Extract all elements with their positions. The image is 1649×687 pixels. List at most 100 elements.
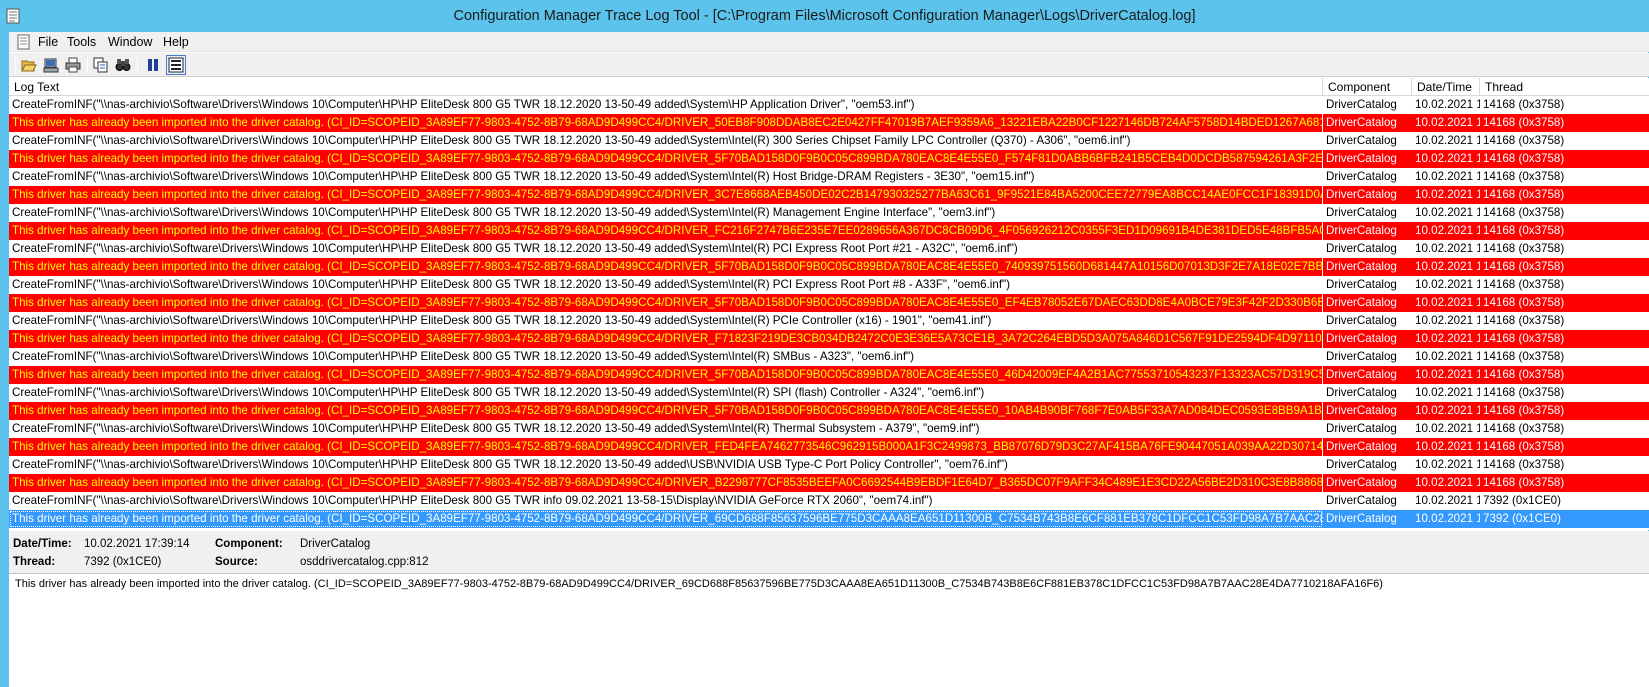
log-text-cell: CreateFromINF("\\nas-archivio\Software\D… bbox=[12, 386, 985, 399]
table-row[interactable]: CreateFromINF("\\nas-archivio\Software\D… bbox=[9, 456, 1649, 474]
component-cell: DriverCatalog bbox=[1323, 510, 1412, 528]
table-row[interactable]: CreateFromINF("\\nas-archivio\Software\D… bbox=[9, 420, 1649, 438]
highlight-button[interactable] bbox=[166, 55, 186, 75]
thread-cell: 14168 (0x3758) bbox=[1480, 438, 1649, 456]
toolbar-separator bbox=[137, 57, 138, 73]
log-text-cell: CreateFromINF("\\nas-archivio\Software\D… bbox=[12, 278, 1011, 291]
copy-icon bbox=[93, 57, 108, 73]
table-row[interactable]: CreateFromINF("\\nas-archivio\Software\D… bbox=[9, 384, 1649, 402]
column-header-log-text[interactable]: Log Text bbox=[9, 78, 1323, 96]
thread-cell: 14168 (0x3758) bbox=[1480, 402, 1649, 420]
column-header-component[interactable]: Component bbox=[1323, 78, 1412, 96]
component-label: Component: bbox=[215, 538, 283, 550]
datetime-cell: 10.02.2021 1 bbox=[1415, 458, 1480, 471]
datetime-cell: 10.02.2021 1 bbox=[1415, 242, 1480, 255]
table-row[interactable]: CreateFromINF("\\nas-archivio\Software\D… bbox=[9, 276, 1649, 294]
print-button[interactable] bbox=[63, 55, 83, 75]
open-on-server-button[interactable] bbox=[41, 55, 61, 75]
log-text-cell: This driver has already been imported in… bbox=[9, 438, 1323, 456]
component-value: DriverCatalog bbox=[300, 538, 371, 550]
highlight-icon bbox=[168, 57, 184, 73]
table-row[interactable]: This driver has already been imported in… bbox=[9, 258, 1649, 276]
thread-label: Thread: bbox=[13, 556, 56, 568]
message-pane[interactable]: This driver has already been imported in… bbox=[9, 573, 1649, 687]
thread-cell: 14168 (0x3758) bbox=[1480, 294, 1649, 312]
component-cell: DriverCatalog bbox=[1326, 206, 1397, 219]
column-header-thread[interactable]: Thread bbox=[1480, 78, 1649, 96]
component-cell: DriverCatalog bbox=[1326, 458, 1397, 471]
table-row[interactable]: CreateFromINF("\\nas-archivio\Software\D… bbox=[9, 240, 1649, 258]
datetime-label: Date/Time: bbox=[13, 538, 72, 550]
component-cell: DriverCatalog bbox=[1326, 386, 1397, 399]
thread-cell: 14168 (0x3758) bbox=[1483, 134, 1565, 147]
datetime-cell: 10.02.2021 1 bbox=[1412, 150, 1480, 168]
component-cell: DriverCatalog bbox=[1326, 98, 1397, 111]
datetime-cell: 10.02.2021 1 bbox=[1415, 206, 1480, 219]
toolbar-separator bbox=[87, 57, 88, 73]
table-row[interactable]: This driver has already been imported in… bbox=[9, 366, 1649, 384]
log-text-cell: CreateFromINF("\\nas-archivio\Software\D… bbox=[12, 134, 1131, 147]
table-row[interactable]: CreateFromINF("\\nas-archivio\Software\D… bbox=[9, 312, 1649, 330]
table-row[interactable]: CreateFromINF("\\nas-archivio\Software\D… bbox=[9, 348, 1649, 366]
log-text-cell: This driver has already been imported in… bbox=[9, 258, 1323, 276]
table-row[interactable]: This driver has already been imported in… bbox=[9, 294, 1649, 312]
table-row[interactable]: This driver has already been imported in… bbox=[9, 510, 1649, 528]
column-header-datetime[interactable]: Date/Time bbox=[1412, 78, 1480, 96]
component-cell: DriverCatalog bbox=[1323, 474, 1412, 492]
open-button[interactable] bbox=[19, 55, 39, 75]
menu-help[interactable]: Help bbox=[163, 35, 189, 49]
menu-window[interactable]: Window bbox=[108, 35, 152, 49]
thread-cell: 14168 (0x3758) bbox=[1483, 98, 1565, 111]
table-row[interactable]: This driver has already been imported in… bbox=[9, 186, 1649, 204]
log-text-cell: CreateFromINF("\\nas-archivio\Software\D… bbox=[12, 494, 933, 507]
window-title: Configuration Manager Trace Log Tool - [… bbox=[453, 8, 1196, 24]
thread-cell: 14168 (0x3758) bbox=[1480, 150, 1649, 168]
table-row[interactable]: This driver has already been imported in… bbox=[9, 474, 1649, 492]
thread-cell: 14168 (0x3758) bbox=[1480, 330, 1649, 348]
table-row[interactable]: This driver has already been imported in… bbox=[9, 438, 1649, 456]
pause-button[interactable] bbox=[143, 55, 163, 75]
log-text-cell: This driver has already been imported in… bbox=[9, 186, 1323, 204]
component-cell: DriverCatalog bbox=[1323, 150, 1412, 168]
datetime-cell: 10.02.2021 1 bbox=[1415, 422, 1480, 435]
datetime-cell: 10.02.2021 1 bbox=[1415, 134, 1480, 147]
thread-cell: 14168 (0x3758) bbox=[1483, 458, 1565, 471]
datetime-cell: 10.02.2021 1 bbox=[1415, 278, 1480, 291]
log-text-cell: CreateFromINF("\\nas-archivio\Software\D… bbox=[12, 170, 1035, 183]
component-cell: DriverCatalog bbox=[1326, 134, 1397, 147]
table-row[interactable]: This driver has already been imported in… bbox=[9, 114, 1649, 132]
menu-file[interactable]: File bbox=[38, 35, 58, 49]
copy-button[interactable] bbox=[91, 55, 111, 75]
datetime-cell: 10.02.2021 1 bbox=[1412, 510, 1480, 528]
thread-cell: 14168 (0x3758) bbox=[1480, 222, 1649, 240]
component-cell: DriverCatalog bbox=[1326, 278, 1397, 291]
component-cell: DriverCatalog bbox=[1323, 330, 1412, 348]
table-row[interactable]: CreateFromINF("\\nas-archivio\Software\D… bbox=[9, 132, 1649, 150]
title-bar[interactable]: Configuration Manager Trace Log Tool - [… bbox=[0, 0, 1649, 32]
document-icon[interactable] bbox=[16, 34, 32, 50]
table-row[interactable]: This driver has already been imported in… bbox=[9, 402, 1649, 420]
component-cell: DriverCatalog bbox=[1323, 186, 1412, 204]
table-row[interactable]: This driver has already been imported in… bbox=[9, 330, 1649, 348]
table-row[interactable]: CreateFromINF("\\nas-archivio\Software\D… bbox=[9, 492, 1649, 510]
component-cell: DriverCatalog bbox=[1326, 494, 1397, 507]
find-button[interactable] bbox=[113, 55, 133, 75]
table-row[interactable]: CreateFromINF("\\nas-archivio\Software\D… bbox=[9, 96, 1649, 114]
component-cell: DriverCatalog bbox=[1323, 258, 1412, 276]
pause-icon bbox=[148, 59, 158, 71]
log-grid[interactable]: Log Text Component Date/Time Thread Crea… bbox=[9, 78, 1649, 530]
table-row[interactable]: CreateFromINF("\\nas-archivio\Software\D… bbox=[9, 168, 1649, 186]
menu-tools[interactable]: Tools bbox=[67, 35, 96, 49]
table-row[interactable]: CreateFromINF("\\nas-archivio\Software\D… bbox=[9, 204, 1649, 222]
log-text-cell: CreateFromINF("\\nas-archivio\Software\D… bbox=[12, 314, 992, 327]
log-text-cell: This driver has already been imported in… bbox=[9, 366, 1323, 384]
log-rows: CreateFromINF("\\nas-archivio\Software\D… bbox=[9, 96, 1649, 528]
log-text-cell: CreateFromINF("\\nas-archivio\Software\D… bbox=[12, 422, 980, 435]
component-cell: DriverCatalog bbox=[1326, 350, 1397, 363]
table-row[interactable]: This driver has already been imported in… bbox=[9, 150, 1649, 168]
datetime-cell: 10.02.2021 1 bbox=[1412, 330, 1480, 348]
table-row[interactable]: This driver has already been imported in… bbox=[9, 222, 1649, 240]
datetime-cell: 10.02.2021 1 bbox=[1412, 114, 1480, 132]
print-icon bbox=[65, 57, 81, 73]
open-on-server-icon bbox=[43, 58, 59, 73]
